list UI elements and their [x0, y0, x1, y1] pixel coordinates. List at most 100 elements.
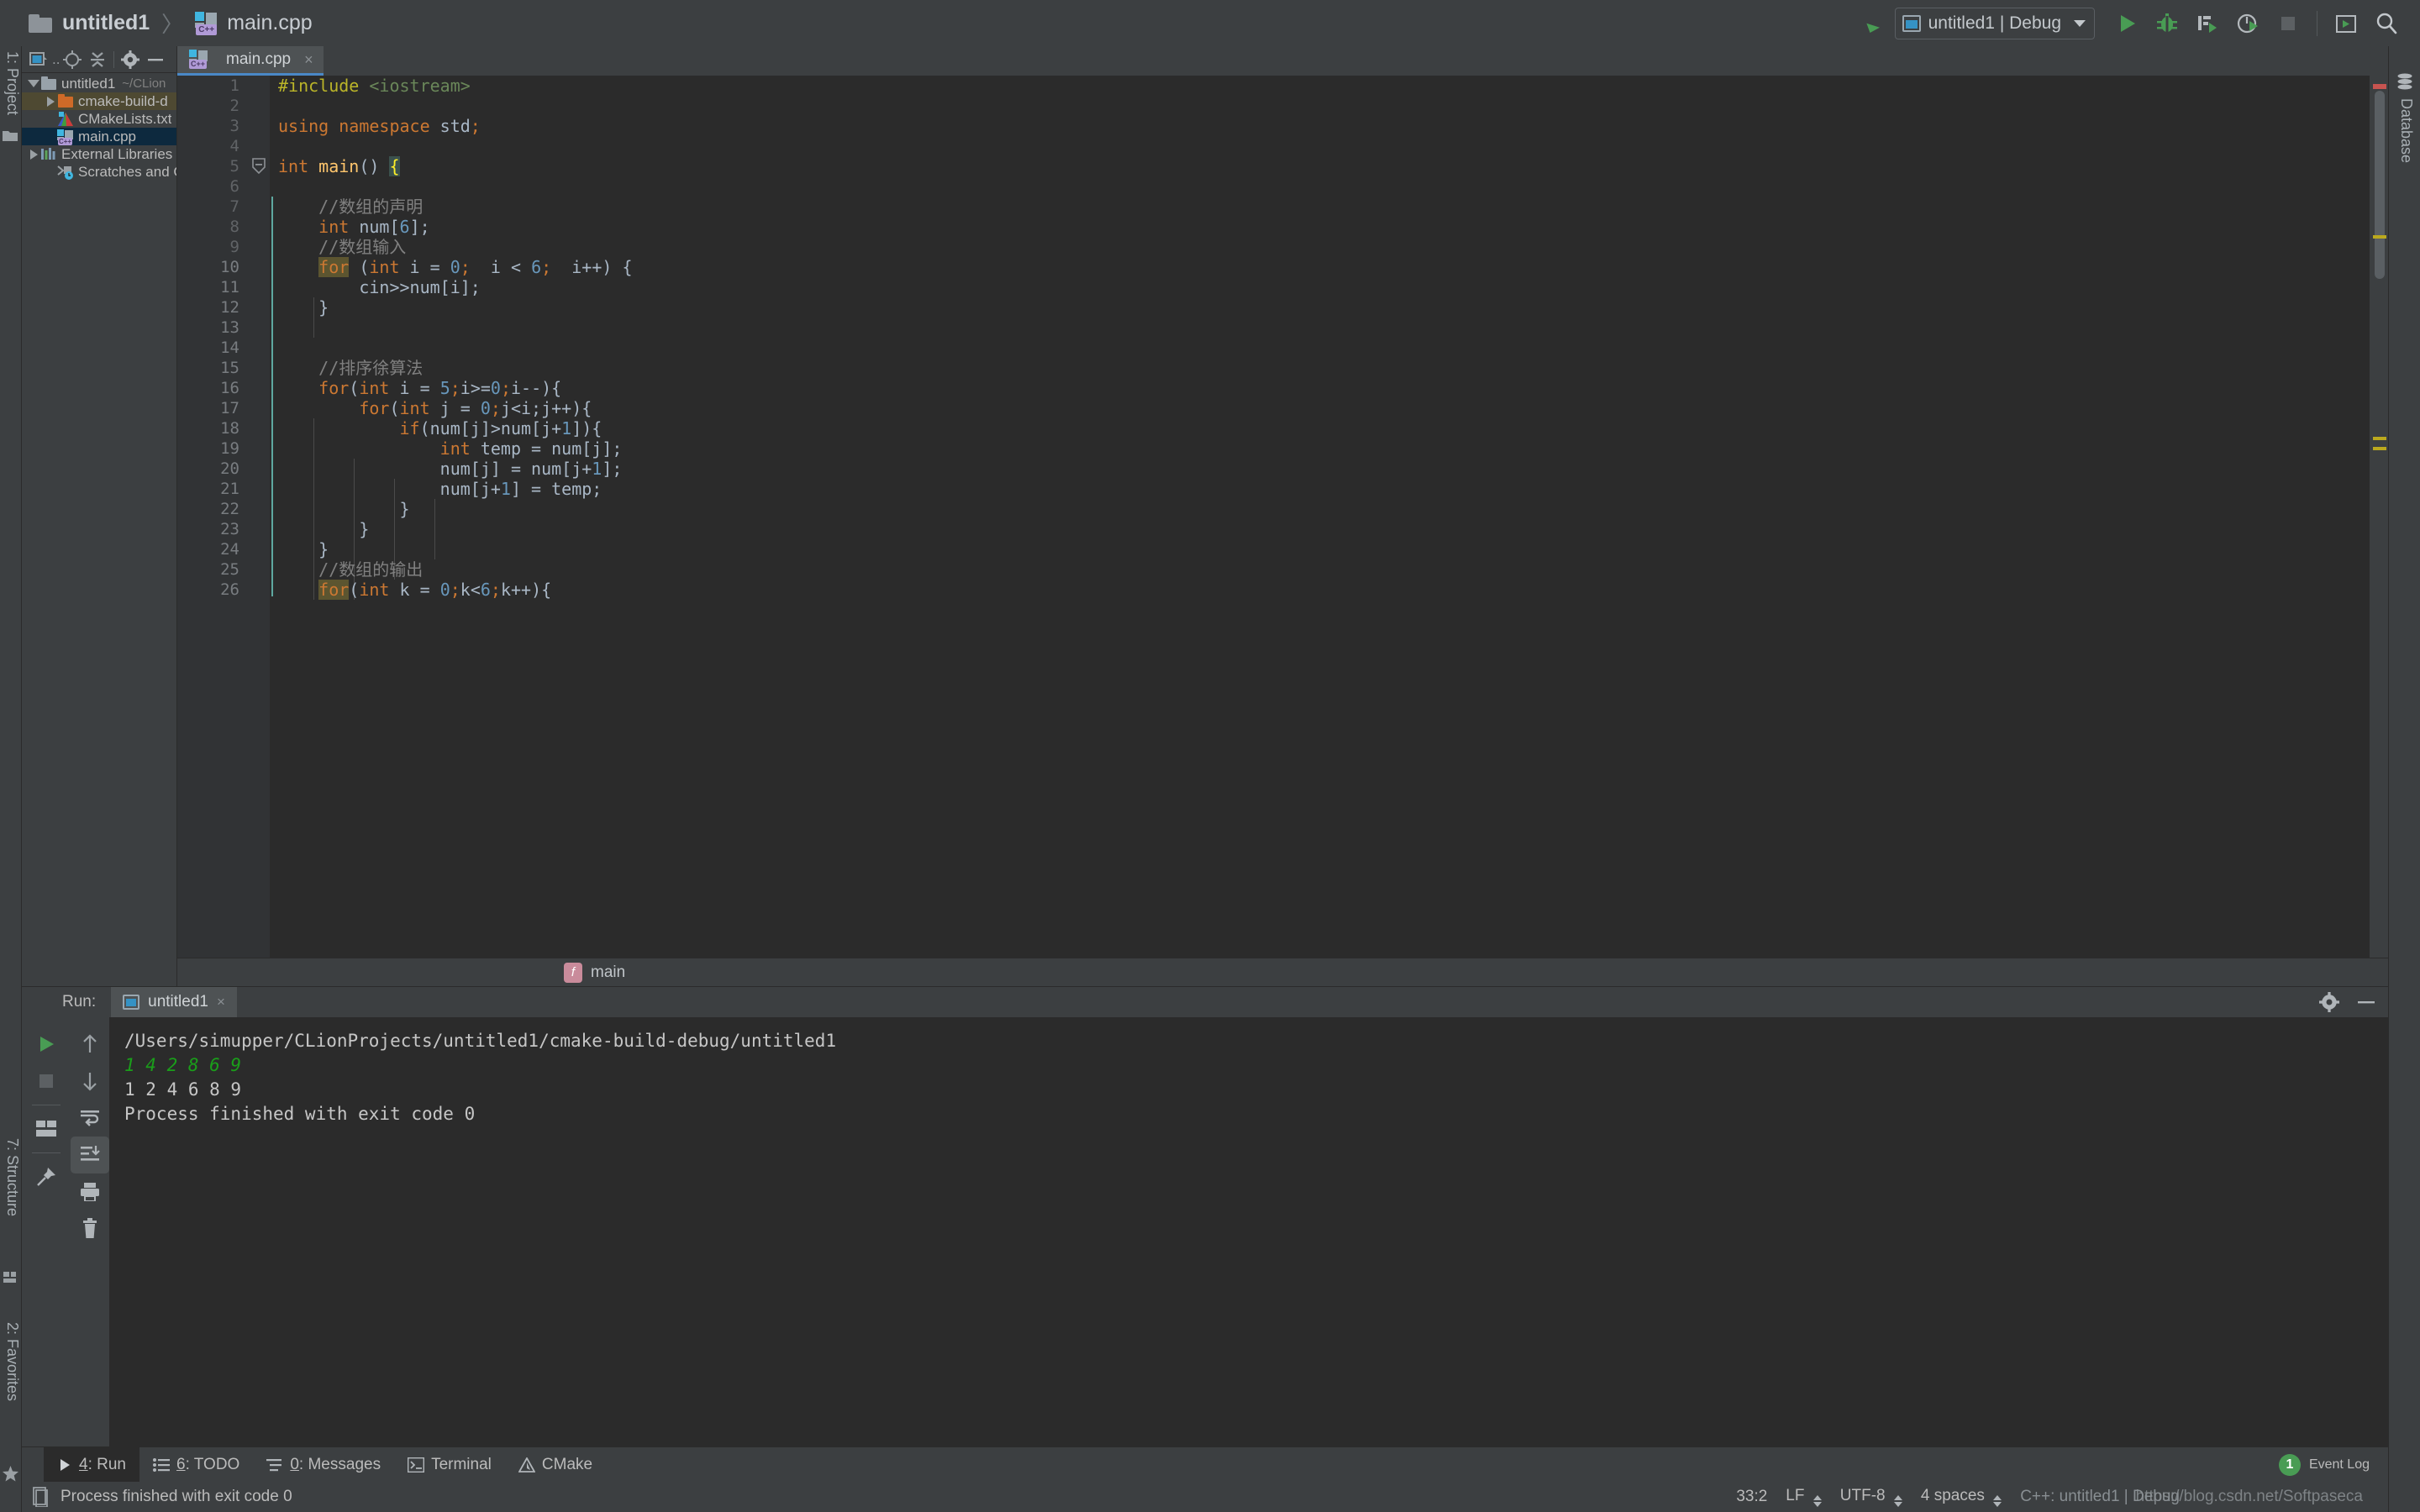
stop-icon[interactable] — [27, 1063, 66, 1100]
tab-main-cpp[interactable]: C++ main.cpp × — [177, 46, 324, 76]
chevron-right-icon[interactable] — [27, 149, 40, 160]
tree-node-scratches[interactable]: Scratches and Co — [22, 163, 176, 181]
update-project-icon[interactable] — [1854, 3, 1895, 44]
code-line[interactable]: for(int k = 0;k<6;k++){ — [278, 580, 2388, 600]
run-body: /Users/simupper/CLionProjects/untitled1/… — [22, 1017, 2388, 1446]
code-line[interactable]: for(int j = 0;j<i;j++){ — [278, 398, 2388, 418]
code-token: 0 — [439, 580, 450, 600]
run-tab-untitled1[interactable]: untitled1 × — [111, 987, 237, 1017]
run-icon[interactable] — [2107, 3, 2147, 44]
sidebar-item-favorites[interactable]: 2: Favorites — [3, 1322, 21, 1401]
soft-wrap-icon[interactable] — [71, 1100, 109, 1137]
tree-node-cmakelists[interactable]: CMakeLists.txt — [22, 110, 176, 128]
print-icon[interactable] — [71, 1173, 109, 1210]
caret-position[interactable]: 33:2 — [1736, 1488, 1767, 1506]
fold-marker[interactable] — [248, 156, 270, 176]
tool-window-messages[interactable]: 0: Messages — [253, 1447, 394, 1483]
code-line[interactable] — [278, 96, 2388, 116]
code-line[interactable]: #include <iostream> — [278, 76, 2388, 96]
project-toolbar: .. — [22, 46, 176, 73]
search-everywhere-icon[interactable] — [2366, 3, 2407, 44]
indent-selector[interactable]: 4 spaces — [1921, 1487, 2002, 1507]
code-line[interactable]: num[j] = num[j+1]; — [278, 459, 2388, 479]
clear-all-icon[interactable] — [71, 1210, 109, 1247]
project-scope-icon[interactable] — [27, 48, 52, 71]
code-line[interactable]: //数组的输出 — [278, 559, 2388, 580]
code-token: 1 — [561, 418, 572, 438]
layout-icon[interactable] — [27, 1110, 66, 1147]
up-arrow-icon[interactable] — [71, 1026, 109, 1063]
tree-node-main-cpp[interactable]: C++ main.cpp — [22, 128, 176, 145]
event-log-badge: 1 — [2278, 1453, 2301, 1476]
chevron-right-icon[interactable] — [44, 96, 57, 107]
tool-window-todo[interactable]: 6: TODO — [139, 1447, 253, 1483]
scroll-to-end-icon[interactable] — [71, 1137, 109, 1173]
close-icon[interactable]: × — [217, 994, 225, 1011]
configuration-icon — [123, 995, 140, 1010]
tool-window-run[interactable]: 4: Run — [44, 1446, 139, 1483]
event-log-area[interactable]: 1 Event Log — [2278, 1453, 2388, 1476]
code-line[interactable]: num[j+1] = temp; — [278, 479, 2388, 499]
editor-body[interactable]: 1 2 3 4 5 6 7 8 9 10 11 12 13 14 15 16 17 18 19 20 21 22 23 24 2… — [177, 76, 2388, 958]
code-line[interactable]: int main() { — [278, 156, 2388, 176]
collapse-all-icon[interactable] — [85, 48, 110, 71]
code-line[interactable] — [278, 176, 2388, 197]
breadcrumb-function-label[interactable]: main — [591, 963, 625, 982]
cmake-file-icon — [57, 111, 75, 127]
code-line[interactable]: for (int i = 0; i < 6; i++) { — [278, 257, 2388, 277]
chevron-down-icon[interactable] — [27, 80, 40, 87]
rerun-icon[interactable] — [27, 1026, 66, 1063]
open-terminal-icon[interactable] — [2326, 3, 2366, 44]
code-token: j = — [429, 398, 481, 418]
close-icon[interactable]: × — [304, 51, 313, 69]
locate-icon[interactable] — [60, 48, 85, 71]
profile-icon[interactable] — [2228, 3, 2268, 44]
event-log-label[interactable]: Event Log — [2309, 1457, 2370, 1473]
encoding-selector[interactable]: UTF-8 — [1840, 1487, 1902, 1507]
debug-icon[interactable] — [2147, 3, 2187, 44]
code-line[interactable]: } — [278, 297, 2388, 318]
settings-icon[interactable] — [118, 48, 143, 71]
line-separator-selector[interactable]: LF — [1786, 1487, 1822, 1507]
line-number: 20 — [220, 459, 239, 478]
fold-gutter[interactable] — [248, 76, 270, 958]
sidebar-item-database[interactable]: Database — [2397, 98, 2415, 163]
code-line[interactable] — [278, 338, 2388, 358]
code-line[interactable]: } — [278, 499, 2388, 519]
tree-node-cmake-build-debug[interactable]: cmake-build-d — [22, 92, 176, 110]
breadcrumb-project[interactable]: untitled1 — [62, 11, 150, 35]
down-arrow-icon[interactable] — [71, 1063, 109, 1100]
settings-icon[interactable] — [2319, 992, 2339, 1012]
tree-node-external-libraries[interactable]: External Libraries — [22, 145, 176, 163]
tree-node-untitled1[interactable]: untitled1 ~/CLion — [22, 75, 176, 92]
cpp-badge-label: C++ — [189, 60, 207, 69]
code-line[interactable]: using namespace std; — [278, 116, 2388, 136]
run-configuration-selector[interactable]: untitled1 | Debug — [1894, 7, 2095, 39]
code-line[interactable] — [278, 318, 2388, 338]
tool-window-cmake[interactable]: CMake — [505, 1447, 606, 1483]
sidebar-item-project[interactable]: 1: Project — [3, 51, 21, 115]
code-line[interactable]: //数组输入 — [278, 237, 2388, 257]
code-line[interactable]: int temp = num[j]; — [278, 438, 2388, 459]
breadcrumb-file[interactable]: main.cpp — [227, 11, 312, 35]
sidebar-item-structure[interactable]: 7: Structure — [3, 1138, 21, 1216]
code-line[interactable]: for(int i = 5;i>=0;i--){ — [278, 378, 2388, 398]
code-line[interactable]: //排序徐算法 — [278, 358, 2388, 378]
code-content[interactable]: #include <iostream> using namespace std;… — [270, 76, 2388, 958]
code-line[interactable]: } — [278, 539, 2388, 559]
run-with-coverage-icon[interactable] — [2187, 3, 2228, 44]
code-line[interactable]: } — [278, 519, 2388, 539]
code-line[interactable] — [278, 136, 2388, 156]
tool-window-terminal[interactable]: Terminal — [394, 1447, 505, 1483]
code-token: ; — [470, 116, 481, 136]
console-output[interactable]: /Users/simupper/CLionProjects/untitled1/… — [109, 1017, 2388, 1446]
pin-icon[interactable] — [27, 1158, 66, 1195]
code-line[interactable]: //数组的声明 — [278, 197, 2388, 217]
hide-icon[interactable] — [143, 48, 168, 71]
hide-icon[interactable] — [2356, 999, 2376, 1005]
code-line[interactable]: cin>>num[i]; — [278, 277, 2388, 297]
code-line[interactable]: if(num[j]>num[j+1]){ — [278, 418, 2388, 438]
code-line[interactable]: int num[6]; — [278, 217, 2388, 237]
stop-icon[interactable] — [2268, 3, 2308, 44]
